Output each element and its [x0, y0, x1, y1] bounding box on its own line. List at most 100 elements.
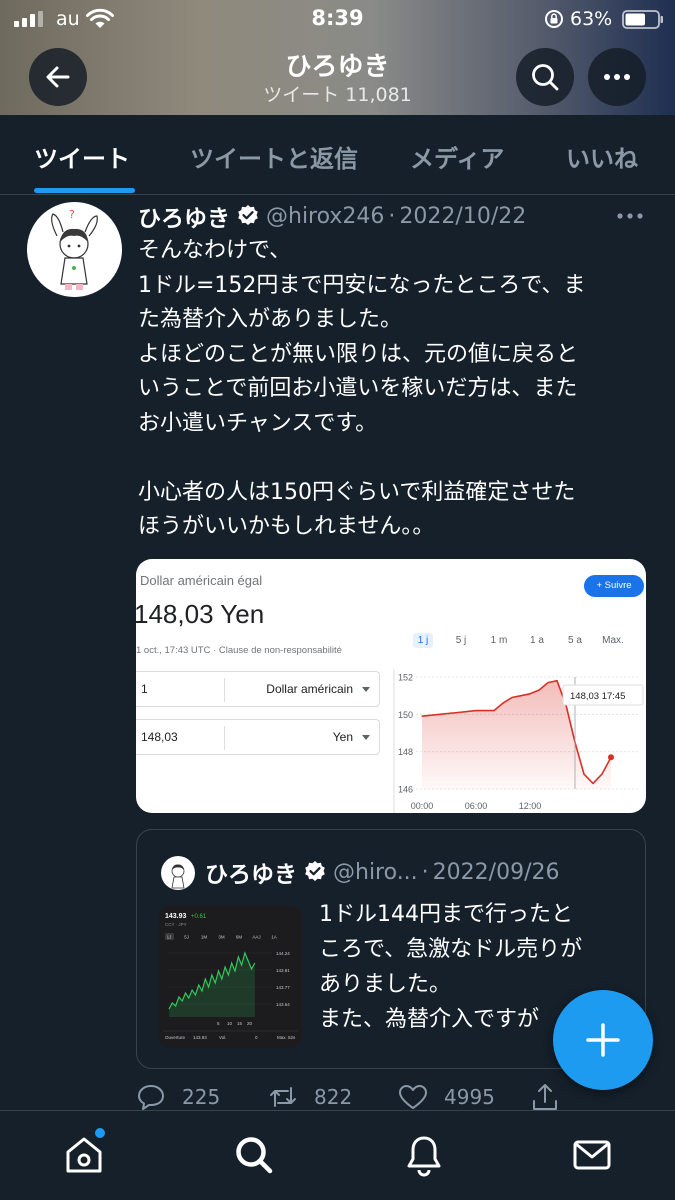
- y-tick-label: 148: [398, 747, 413, 757]
- thumb-footer-text: Ouverture: [165, 1035, 186, 1040]
- tab-tweets-and-replies[interactable]: ツイートと返信: [190, 139, 358, 174]
- range-option: 5 a: [568, 635, 582, 646]
- reply-count: 225: [182, 1085, 221, 1109]
- tweet-date[interactable]: 2022/10/22: [399, 204, 526, 229]
- thumb-y-tick: 143.64: [276, 1002, 290, 1007]
- tweet-media-image[interactable]: Dollar américain égal 148,03 Yen 1 oct.,…: [136, 559, 646, 813]
- search-button[interactable]: [516, 48, 574, 106]
- bottom-nav: [0, 1110, 675, 1200]
- tab-likes[interactable]: いいね: [566, 139, 638, 174]
- range-selector: 1 j 5 j 1 m 1 a 5 a Max.: [404, 633, 632, 648]
- dropdown-arrow-icon: [362, 735, 370, 740]
- compose-tweet-button[interactable]: [553, 990, 653, 1090]
- from-amount-field: 1 Dollar américain: [136, 671, 380, 707]
- reply-button[interactable]: 225: [136, 1082, 220, 1112]
- tweet-count: ツイート 11,081: [263, 84, 412, 106]
- home-icon[interactable]: [62, 1133, 106, 1177]
- thumb-y-tick: 143.81: [276, 968, 290, 973]
- search-nav-icon[interactable]: [232, 1133, 276, 1177]
- tweet-text: そんなわけで、 1ドル=152円まで円安になったところで、ま た為替介入がありま…: [138, 234, 658, 545]
- retweet-button[interactable]: 822: [268, 1082, 352, 1112]
- verified-badge-icon: [238, 205, 258, 225]
- rotation-lock-icon: [545, 10, 563, 28]
- range-option: 1 j: [413, 633, 433, 648]
- converter-title: Dollar américain égal: [140, 573, 263, 588]
- more-options-button[interactable]: [588, 48, 646, 106]
- new-content-dot: [95, 1128, 105, 1138]
- profile-tabs: ツイート ツイートと返信 メディア いいね: [0, 115, 675, 195]
- active-tab-indicator: [34, 188, 135, 193]
- data-point: [475, 710, 477, 712]
- data-point: [556, 680, 558, 682]
- retweet-count: 822: [314, 1085, 353, 1109]
- range-option: Max.: [602, 635, 624, 646]
- separator-dot: ·: [421, 859, 429, 885]
- thumb-range: 1M: [201, 935, 208, 940]
- data-point: [529, 693, 531, 695]
- thumb-change: +0.61: [191, 914, 207, 920]
- more-horizontal-icon: [604, 74, 630, 80]
- exchange-rate-chart: 152 150 148 146 00:00 06:00 12:00 148,03 17:45: [393, 669, 644, 813]
- tweet-handle[interactable]: @hirox246: [266, 204, 384, 229]
- field-divider: [224, 726, 225, 750]
- tweet-author-name[interactable]: ひろゆき: [138, 199, 230, 233]
- follow-label: Suivre: [604, 580, 632, 591]
- data-point: [520, 695, 522, 697]
- like-button[interactable]: 4995: [398, 1082, 495, 1112]
- notifications-bell-icon[interactable]: [402, 1133, 446, 1177]
- converter-price: 148,03 Yen: [136, 599, 265, 629]
- x-tick-label: 06:00: [465, 801, 488, 811]
- tab-media[interactable]: メディア: [410, 139, 504, 174]
- tweet-text-line: よほどのことが無い限りは、元の値に戻ると: [138, 341, 579, 367]
- tweet-text-line: そんなわけで、: [138, 238, 292, 263]
- quote-handle: @hiro...: [333, 859, 418, 885]
- quote-text-line: ころで、急激なドル売りが: [319, 937, 583, 962]
- from-currency: Dollar américain: [266, 682, 353, 696]
- character-avatar-icon: [171, 864, 185, 889]
- heart-icon: [399, 1085, 427, 1109]
- thumb-range: 5J: [184, 935, 189, 940]
- data-point: [592, 782, 594, 784]
- thumb-footer-text: 0: [255, 1035, 258, 1040]
- profile-header: au 8:39 63% ひろゆき ツイート 11,081: [0, 0, 675, 115]
- thumb-price: 143.93: [165, 913, 187, 920]
- last-point-marker: [608, 754, 614, 761]
- thumb-footer-text: Vol.: [219, 1035, 227, 1040]
- battery-percent: 63%: [570, 8, 613, 30]
- thumb-y-tick: 143.77: [276, 985, 290, 990]
- thumb-range: 1J: [167, 935, 172, 940]
- share-button[interactable]: [530, 1082, 576, 1112]
- range-option: 1 a: [530, 635, 544, 646]
- y-tick-label: 150: [398, 710, 413, 720]
- tweet-more-icon[interactable]: [616, 212, 644, 220]
- thumb-pair: CCY · JPY: [165, 922, 187, 927]
- x-tick-label: 00:00: [411, 801, 434, 811]
- tweet-text-line: 小心者の人は150円ぐらいで利益確定させた: [138, 479, 576, 505]
- thumb-footer-text: Max. 52s: [277, 1035, 296, 1040]
- data-point: [457, 711, 459, 714]
- data-point: [538, 689, 540, 691]
- thumb-footer-text: 143.93: [193, 1035, 207, 1040]
- thumb-x-tick: 10: [227, 1021, 233, 1026]
- data-point: [502, 702, 504, 704]
- field-divider: [224, 678, 225, 702]
- tweet-text-line: ほうがいいかもしれません。。: [138, 514, 435, 539]
- messages-envelope-icon[interactable]: [570, 1133, 614, 1177]
- tweet-text-line: 1ドル=152円まで円安になったところで、ま: [138, 272, 586, 298]
- from-amount: 1: [141, 682, 148, 696]
- verified-badge-icon: [305, 861, 325, 881]
- thumb-x-tick: 5: [217, 1021, 220, 1026]
- reply-icon: [138, 1085, 164, 1110]
- quote-date: 2022/09/26: [432, 859, 560, 885]
- tab-tweets[interactable]: ツイート: [34, 139, 130, 174]
- search-icon: [532, 64, 559, 91]
- tweet-text-line: [138, 441, 658, 476]
- thumb-y-tick: 144.24: [276, 951, 290, 956]
- avatar[interactable]: ?: [27, 202, 122, 297]
- tweet-header: ひろゆき @hirox246 · 2022/10/22: [138, 199, 526, 233]
- follow-button: + Suivre: [584, 575, 644, 597]
- thumb-range: 6M: [236, 935, 243, 940]
- tweet-text-line: お小遣いチャンスです。: [138, 410, 378, 436]
- thumb-range: AAJ: [252, 935, 260, 940]
- tooltip-text: 148,03 17:45: [570, 691, 625, 702]
